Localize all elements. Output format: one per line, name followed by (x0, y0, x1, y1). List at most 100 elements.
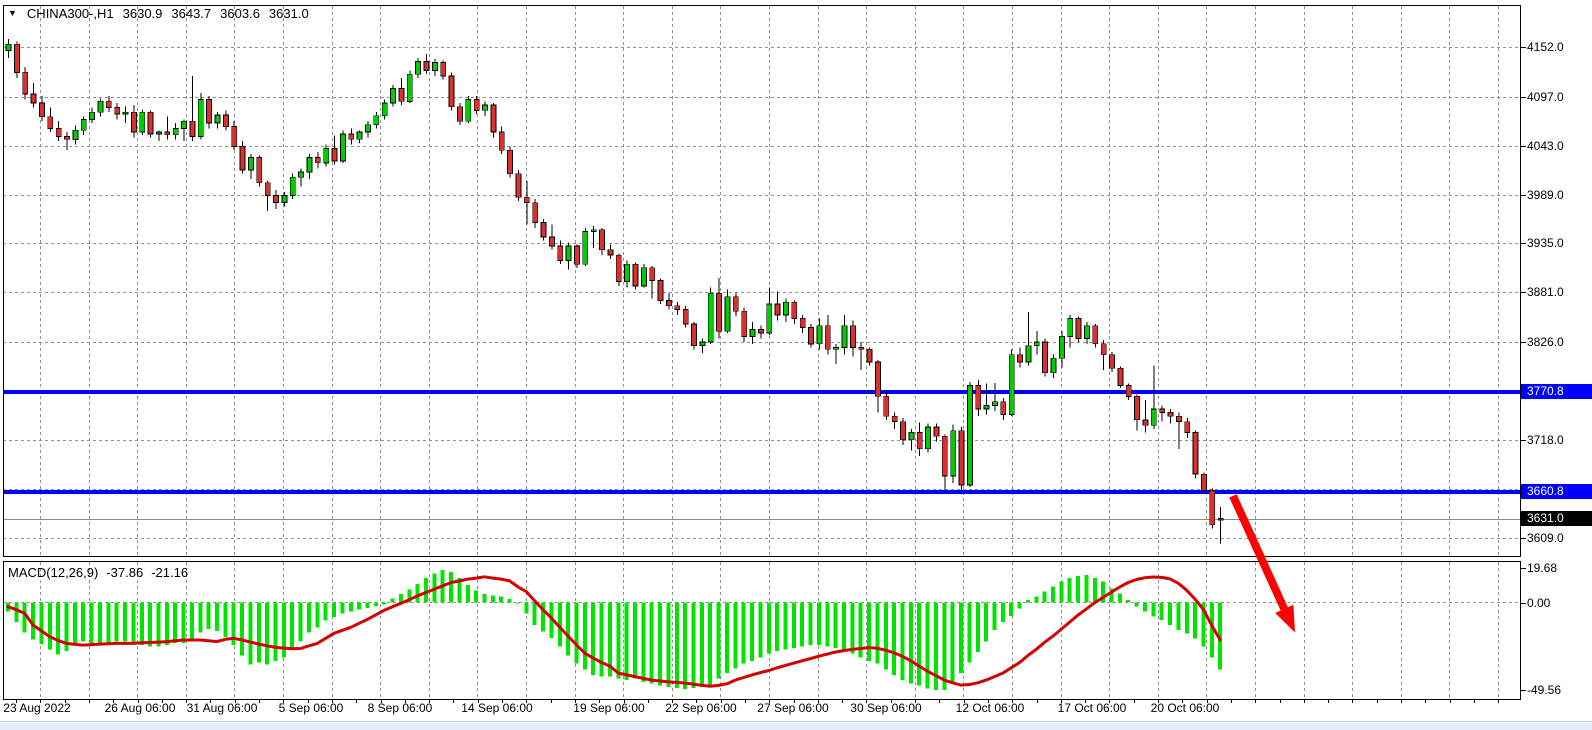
candle-bearish (491, 105, 496, 132)
candle-bullish (1084, 326, 1089, 339)
macd-histogram-bar (290, 603, 294, 651)
candle-bearish (959, 431, 964, 485)
time-axis-label: 30 Sep 06:00 (850, 701, 921, 715)
macd-histogram-bar (792, 603, 796, 648)
macd-histogram-bar (265, 603, 269, 665)
candle-bullish (926, 427, 931, 449)
macd-histogram-bar (926, 603, 930, 689)
macd-histogram-bar (658, 603, 662, 686)
macd-histogram-bar (650, 603, 654, 684)
macd-histogram-bar (56, 603, 60, 655)
candle-bearish (859, 348, 864, 350)
candle-bearish (608, 250, 613, 255)
candle-bearish (265, 183, 270, 196)
macd-histogram-bar (81, 603, 85, 642)
candle-bullish (290, 177, 295, 195)
candle-bearish (240, 147, 245, 171)
candle-bullish (783, 302, 788, 315)
candle-bearish (257, 157, 262, 182)
macd-histogram-bar (591, 603, 595, 675)
macd-histogram-bar (692, 603, 696, 689)
time-axis-label: 14 Sep 06:00 (461, 701, 532, 715)
candle-bearish (683, 309, 688, 324)
macd-histogram-bar (307, 603, 311, 633)
candle-bearish (349, 134, 354, 139)
macd-histogram-bar (248, 603, 252, 665)
ohlc-close: 3631.0 (269, 6, 309, 21)
candle-bearish (148, 112, 153, 134)
macd-histogram-bar (566, 603, 570, 656)
chart-plot-area[interactable] (0, 0, 1592, 730)
arrow-shaft[interactable] (1233, 496, 1284, 609)
macd-histogram-bar (190, 603, 194, 642)
macd-histogram-bar (274, 603, 278, 661)
candle-bearish (892, 416, 897, 421)
candle-bearish (1101, 344, 1106, 355)
macd-histogram-bar (917, 603, 921, 686)
candle-bearish (850, 326, 855, 348)
candle-bullish (299, 172, 304, 177)
candle-bearish (1126, 386, 1131, 397)
macd-histogram-bar (574, 603, 578, 664)
candle-bearish (633, 264, 638, 286)
candle-bearish (775, 304, 780, 315)
candle-bullish (98, 101, 103, 112)
candle-bearish (115, 108, 120, 114)
macd-histogram-bar (1118, 593, 1122, 602)
time-axis-label: 22 Sep 06:00 (665, 701, 736, 715)
candle-bearish (1001, 402, 1006, 415)
macd-histogram-bar (39, 603, 43, 645)
candle-bearish (449, 76, 454, 107)
ohlc-high: 3643.7 (171, 6, 211, 21)
candle-bearish (207, 100, 212, 124)
candle-bearish (31, 94, 36, 103)
macd-histogram-bar (717, 603, 721, 679)
macd-indicator-label: MACD(12,26,9)-37.86-21.16 (8, 565, 188, 580)
candle-bearish (474, 100, 479, 111)
macd-histogram-bar (641, 603, 645, 682)
candle-bearish (976, 386, 981, 410)
macd-histogram-bar (1076, 576, 1080, 603)
candle-bearish (106, 101, 111, 107)
macd-histogram-bar (257, 603, 261, 663)
macd-histogram-bar (984, 603, 988, 642)
price-axis-label: 0.00 (1527, 596, 1550, 610)
chart-title: ▼CHINA300-,H13630.93643.73603.63631.0 (8, 6, 309, 21)
candle-bullish (951, 431, 956, 476)
candle-bullish (81, 119, 86, 130)
macd-histogram-bar (708, 603, 712, 686)
macd-histogram-bar (750, 603, 754, 661)
macd-histogram-bar (332, 603, 336, 617)
macd-signal-value: -21.16 (151, 565, 188, 580)
macd-histogram-bar (374, 603, 378, 607)
candle-bearish (717, 293, 722, 331)
candle-bullish (591, 230, 596, 232)
macd-histogram-bar (1168, 603, 1172, 626)
candle-bullish (1218, 519, 1223, 520)
price-axis-label: 3935.0 (1527, 236, 1564, 250)
candle-bullish (1051, 358, 1056, 373)
candle-bullish (173, 128, 178, 134)
candle-bearish (875, 362, 880, 396)
macd-histogram-bar (992, 603, 996, 631)
down-arrow-icon[interactable] (1275, 605, 1295, 633)
candle-bullish (416, 62, 421, 75)
candle-bullish (1068, 319, 1073, 337)
macd-histogram-bar (123, 603, 127, 642)
candle-bearish (441, 62, 446, 76)
symbol-dropdown-icon[interactable]: ▼ (8, 8, 17, 18)
candle-bearish (516, 174, 521, 198)
candle-bearish (65, 137, 70, 140)
time-axis-label: 23 Aug 2022 (3, 701, 70, 715)
macd-histogram-bar (976, 603, 980, 653)
macd-histogram-bar (340, 603, 344, 614)
candle-bullish (73, 130, 78, 139)
macd-histogram-bar (483, 594, 487, 603)
macd-histogram-bar (942, 603, 946, 690)
candle-bullish (992, 402, 997, 406)
price-axis-label: 4152.0 (1527, 40, 1564, 54)
candle-bearish (424, 62, 429, 71)
macd-histogram-bar (1009, 603, 1013, 617)
macd-histogram-bar (834, 603, 838, 648)
candle-bearish (758, 329, 763, 333)
